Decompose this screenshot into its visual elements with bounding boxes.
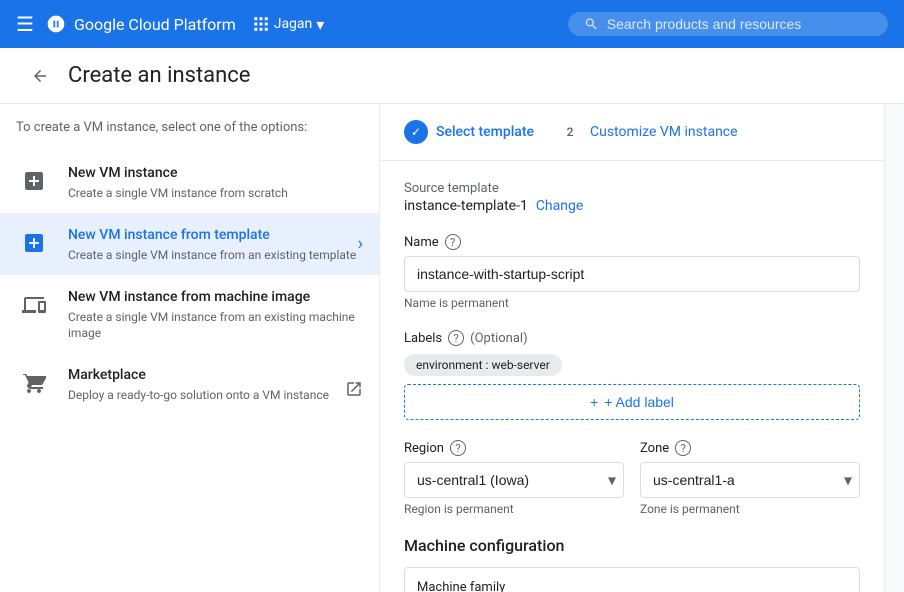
name-input[interactable] — [404, 256, 860, 292]
name-field-label: Name ? — [404, 234, 860, 250]
sidebar-item-machine-image[interactable]: New VM instance from machine image Creat… — [0, 275, 379, 353]
form-content: Source template instance-template-1 Chan… — [380, 161, 884, 592]
search-bar[interactable] — [568, 12, 888, 36]
hamburger-icon[interactable]: ☰ — [16, 12, 34, 36]
source-template-label: Source template — [404, 181, 860, 196]
change-link[interactable]: Change — [536, 198, 583, 214]
cost-panel — [884, 104, 904, 592]
name-hint: Name is permanent — [404, 296, 860, 310]
machine-config-section: Machine configuration Machine family Gen… — [404, 536, 860, 592]
step-1: ✓ Select template — [404, 120, 534, 144]
region-select[interactable]: us-central1 (Iowa) us-east1 (South Carol… — [404, 462, 624, 498]
region-hint: Region is permanent — [404, 502, 624, 516]
sidebar-item-marketplace[interactable]: Marketplace Deploy a ready-to-go solutio… — [0, 353, 379, 415]
sidebar-subtitle: To create a VM instance, select one of t… — [0, 120, 379, 151]
zone-help-icon[interactable]: ? — [675, 440, 691, 456]
step-2: 2 Customize VM instance — [558, 120, 738, 144]
labels-row: Labels ? (Optional) environment : web-se… — [404, 330, 860, 420]
cloud-logo-icon — [46, 14, 66, 34]
region-zone-row: Region ? us-central1 (Iowa) us-east1 (So… — [404, 440, 860, 516]
machine-image-icon — [16, 287, 52, 323]
step-1-label: Select template — [436, 124, 534, 140]
sidebar-item-new-vm[interactable]: New VM instance Create a single VM insta… — [0, 151, 379, 213]
zone-select-wrapper: us-central1-a us-central1-b us-central1-… — [640, 462, 860, 498]
source-template-value: instance-template-1 — [404, 198, 528, 214]
external-link-icon — [345, 380, 363, 403]
sidebar: To create a VM instance, select one of t… — [0, 104, 380, 592]
add-label-button[interactable]: + + Add label — [404, 384, 860, 420]
new-vm-template-title: New VM instance from template — [68, 225, 356, 245]
search-icon — [584, 16, 599, 32]
chevron-down-icon: ▾ — [316, 15, 324, 34]
page-header: Create an instance — [0, 48, 904, 104]
region-help-icon[interactable]: ? — [450, 440, 466, 456]
new-vm-template-icon — [16, 225, 52, 261]
zone-hint: Zone is permanent — [640, 502, 860, 516]
labels-header: Labels ? (Optional) — [404, 330, 860, 346]
right-panel: ✓ Select template 2 Customize VM instanc… — [380, 104, 884, 592]
steps-header: ✓ Select template 2 Customize VM instanc… — [380, 104, 884, 161]
chevron-right-icon: › — [358, 234, 363, 255]
labels-help-icon[interactable]: ? — [448, 330, 464, 346]
name-field-row: Name ? Name is permanent — [404, 234, 860, 310]
machine-config-title: Machine configuration — [404, 536, 860, 555]
arrow-left-icon — [31, 67, 49, 85]
source-template-row: Source template instance-template-1 Chan… — [404, 181, 860, 214]
step-2-label[interactable]: Customize VM instance — [590, 124, 738, 140]
search-input[interactable] — [607, 16, 872, 32]
machine-family-label: Machine family — [417, 580, 847, 592]
machine-image-title: New VM instance from machine image — [68, 287, 363, 307]
marketplace-icon — [16, 365, 52, 401]
step-1-circle: ✓ — [404, 120, 428, 144]
machine-family-box: Machine family General-purpose Compute-o… — [404, 567, 860, 592]
main-content: To create a VM instance, select one of t… — [0, 104, 904, 592]
new-vm-desc: Create a single VM instance from scratch — [68, 185, 288, 201]
new-vm-icon — [16, 163, 52, 199]
label-chip-environment[interactable]: environment : web-server — [404, 354, 562, 376]
region-field: Region ? us-central1 (Iowa) us-east1 (So… — [404, 440, 624, 516]
new-vm-title: New VM instance — [68, 163, 288, 183]
step-2-circle: 2 — [558, 120, 582, 144]
back-button[interactable] — [24, 60, 56, 92]
new-vm-template-desc: Create a single VM instance from an exis… — [68, 247, 356, 263]
project-selector[interactable]: Jagan ▾ — [252, 15, 325, 34]
plus-icon: + — [590, 394, 598, 410]
app-title: Google Cloud Platform — [46, 14, 236, 34]
name-help-icon[interactable]: ? — [445, 234, 461, 250]
label-chips: environment : web-server — [404, 354, 860, 376]
grid-icon — [252, 15, 270, 33]
top-navigation: ☰ Google Cloud Platform Jagan ▾ — [0, 0, 904, 48]
page-title: Create an instance — [68, 63, 250, 88]
sidebar-item-new-vm-template[interactable]: New VM instance from template Create a s… — [0, 213, 379, 275]
zone-select[interactable]: us-central1-a us-central1-b us-central1-… — [640, 462, 860, 498]
machine-image-desc: Create a single VM instance from an exis… — [68, 309, 363, 341]
marketplace-title: Marketplace — [68, 365, 329, 385]
zone-field: Zone ? us-central1-a us-central1-b us-ce… — [640, 440, 860, 516]
marketplace-desc: Deploy a ready-to-go solution onto a VM … — [68, 387, 329, 403]
region-select-wrapper: us-central1 (Iowa) us-east1 (South Carol… — [404, 462, 624, 498]
